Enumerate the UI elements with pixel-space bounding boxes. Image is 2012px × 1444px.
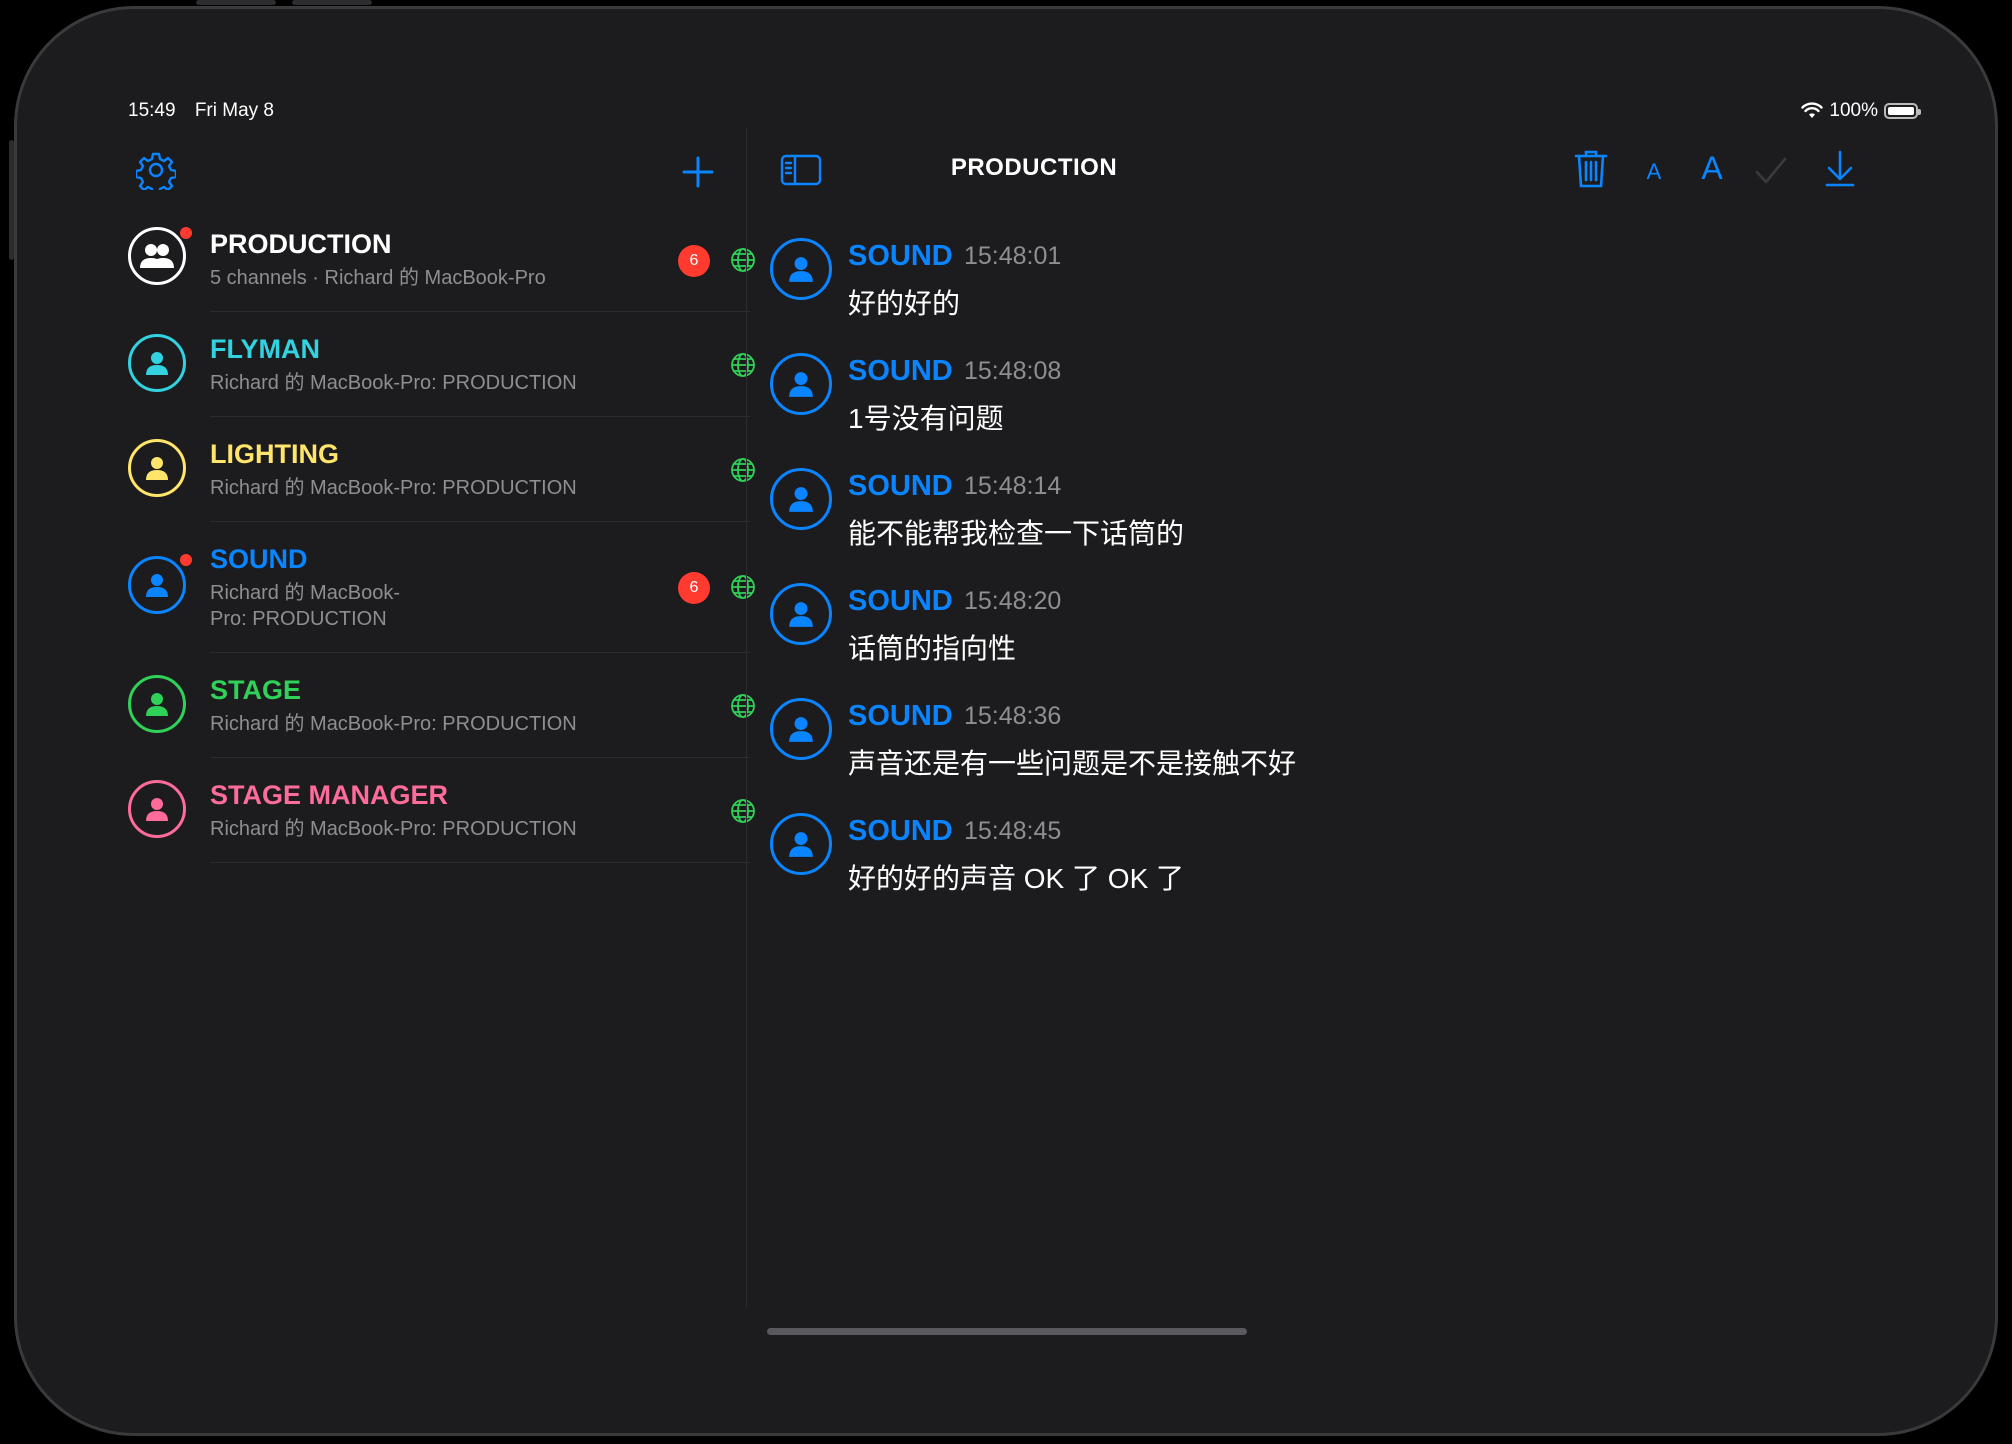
- channel-name: LIGHTING: [210, 439, 339, 469]
- person-icon: [789, 257, 813, 282]
- trash-icon[interactable]: [1574, 148, 1608, 190]
- screen: 15:49 Fri May 8 100% PRODUCTION 5 channe…: [34, 26, 1978, 1416]
- channel-subtitle-line1: Richard 的 MacBook-: [210, 582, 401, 604]
- message-time: 15:48:36: [964, 702, 1062, 730]
- channel-subtitle: Richard 的 MacBook-Pro: PRODUCTION: [210, 372, 577, 394]
- page-title: PRODUCTION: [950, 154, 1118, 181]
- gear-icon[interactable]: [136, 150, 176, 190]
- channel-subtitle: 5 channels · Richard 的 MacBook-Pro: [210, 267, 546, 289]
- avatar: [128, 780, 186, 838]
- message-bubble[interactable]: SOUND 15:48:45 好的好的声音 OK 了 OK 了: [760, 801, 1898, 903]
- message-sender: SOUND: [848, 700, 953, 732]
- message-sender: SOUND: [848, 355, 953, 387]
- globe-icon: [731, 694, 755, 718]
- message-text: 话筒的指向性: [848, 633, 1017, 664]
- battery-percent: 100%: [1829, 100, 1878, 121]
- channel-row-stage-manager[interactable]: STAGE MANAGER Richard 的 MacBook-Pro: PRO…: [128, 758, 755, 863]
- person-icon: [146, 693, 168, 716]
- sidebar-divider: [746, 128, 747, 1308]
- avatar: [770, 238, 832, 300]
- avatar: [770, 353, 832, 415]
- message-text: 声音还是有一些问题是不是接触不好: [848, 748, 1297, 779]
- message-time: 15:48:20: [964, 587, 1062, 615]
- group-icon: [140, 244, 174, 268]
- person-icon: [146, 457, 168, 480]
- channel-name: STAGE: [210, 675, 302, 705]
- channel-row-sound[interactable]: SOUND Richard 的 MacBook- Pro: PRODUCTION…: [128, 522, 755, 653]
- message-sender: SOUND: [848, 470, 953, 502]
- globe-icon: [731, 799, 755, 823]
- checkmark-icon[interactable]: [1754, 156, 1788, 186]
- globe-icon: [731, 575, 755, 599]
- avatar: [128, 556, 186, 614]
- channel-subtitle: Richard 的 MacBook-Pro: PRODUCTION: [210, 818, 577, 840]
- message-list: SOUND 15:48:01 好的好的 SOUND 15:48:08 1号没有问…: [760, 226, 1898, 916]
- avatar: [128, 439, 186, 497]
- avatar: [770, 583, 832, 645]
- avatar: [128, 675, 186, 733]
- person-icon: [146, 574, 168, 597]
- channel-row-production[interactable]: PRODUCTION 5 channels · Richard 的 MacBoo…: [128, 207, 755, 312]
- message-text: 能不能帮我检查一下话筒的: [848, 518, 1185, 549]
- globe-icon: [731, 353, 755, 377]
- message-bubble[interactable]: SOUND 15:48:36 声音还是有一些问题是不是接触不好: [760, 686, 1898, 788]
- message-sender: SOUND: [848, 585, 953, 617]
- channel-list: PRODUCTION 5 channels · Richard 的 MacBoo…: [128, 207, 755, 863]
- message-sender: SOUND: [848, 815, 953, 847]
- message-sender: SOUND: [848, 240, 953, 272]
- message-text: 好的好的声音 OK 了 OK 了: [848, 863, 1185, 894]
- avatar: [770, 698, 832, 760]
- channel-name: SOUND: [210, 544, 308, 574]
- avatar: [770, 813, 832, 875]
- avatar: [770, 468, 832, 530]
- message-time: 15:48:45: [964, 817, 1062, 845]
- download-icon[interactable]: [1824, 150, 1856, 188]
- message-text: 1号没有问题: [848, 403, 1004, 434]
- device-side-button: [9, 140, 14, 260]
- battery-icon: [1884, 103, 1921, 119]
- avatar: [128, 227, 186, 285]
- message-bubble[interactable]: SOUND 15:48:20 话筒的指向性: [760, 571, 1898, 673]
- globe-icon: [731, 458, 755, 482]
- channel-subtitle-line2: Pro: PRODUCTION: [210, 608, 387, 630]
- avatar: [128, 334, 186, 392]
- unread-dot: [180, 554, 192, 566]
- message-bubble[interactable]: SOUND 15:48:14 能不能帮我检查一下话筒的: [760, 456, 1898, 558]
- device-top-button: [196, 0, 276, 5]
- globe-icon: [731, 248, 755, 272]
- channel-name: PRODUCTION: [210, 229, 392, 259]
- unread-badge: 6: [678, 572, 710, 604]
- sidebar-toggle-icon[interactable]: [780, 154, 822, 186]
- channel-name: FLYMAN: [210, 334, 321, 364]
- message-text: 好的好的: [848, 288, 961, 319]
- person-icon: [146, 352, 168, 375]
- device-top-button-2: [292, 0, 372, 5]
- channel-row-flyman[interactable]: FLYMAN Richard 的 MacBook-Pro: PRODUCTION: [128, 312, 755, 417]
- channel-name: STAGE MANAGER: [210, 780, 449, 810]
- home-indicator[interactable]: [767, 1328, 1247, 1335]
- font-smaller-button[interactable]: A: [1642, 152, 1666, 192]
- unread-badge: 6: [678, 245, 710, 277]
- sidebar: PRODUCTION 5 channels · Richard 的 MacBoo…: [34, 26, 755, 1306]
- message-time: 15:48:01: [964, 242, 1062, 270]
- person-icon: [789, 717, 813, 742]
- person-icon: [789, 487, 813, 512]
- message-time: 15:48:14: [964, 472, 1062, 500]
- unread-dot: [180, 227, 192, 239]
- person-icon: [789, 832, 813, 857]
- message-bubble[interactable]: SOUND 15:48:08 1号没有问题: [760, 341, 1898, 443]
- person-icon: [146, 798, 168, 821]
- message-time: 15:48:08: [964, 357, 1062, 385]
- message-bubble[interactable]: SOUND 15:48:01 好的好的: [760, 226, 1898, 328]
- person-icon: [789, 372, 813, 397]
- channel-subtitle: Richard 的 MacBook-Pro: PRODUCTION: [210, 477, 577, 499]
- channel-subtitle: Richard 的 MacBook-Pro: PRODUCTION: [210, 713, 577, 735]
- add-channel-button[interactable]: [680, 154, 716, 190]
- channel-row-lighting[interactable]: LIGHTING Richard 的 MacBook-Pro: PRODUCTI…: [128, 417, 755, 522]
- wifi-icon: [1801, 102, 1824, 118]
- font-larger-button[interactable]: A: [1698, 148, 1726, 188]
- channel-row-stage[interactable]: STAGE Richard 的 MacBook-Pro: PRODUCTION: [128, 653, 755, 758]
- person-icon: [789, 602, 813, 627]
